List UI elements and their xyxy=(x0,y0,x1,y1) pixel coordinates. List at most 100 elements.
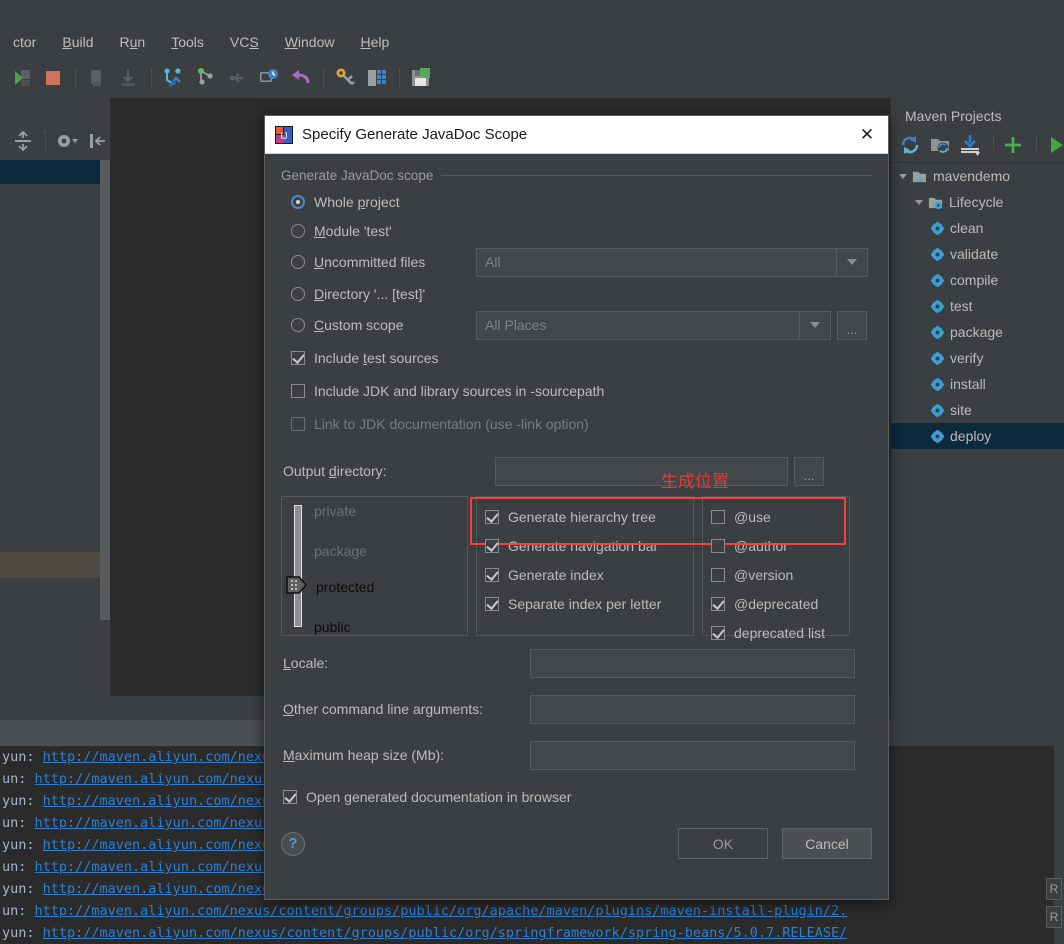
console-line-url[interactable]: http://maven.aliyun.com/nexus/content/gr… xyxy=(43,925,848,941)
chevron-down-icon[interactable] xyxy=(836,248,867,276)
expand-collapse-icon[interactable] xyxy=(10,128,36,154)
menu-item-run[interactable]: Run xyxy=(106,34,158,50)
ok-button[interactable]: OK xyxy=(678,828,768,859)
tag-option-row-2[interactable]: @version xyxy=(703,560,849,589)
radio-row-uncommitted[interactable]: Uncommitted files All xyxy=(281,245,872,279)
maven-tree-item-compile[interactable]: compile xyxy=(891,267,1064,293)
radio-module[interactable] xyxy=(291,223,305,238)
generate-option-row-3[interactable]: Separate index per letter xyxy=(477,589,693,618)
checkbox-open-in-browser[interactable] xyxy=(283,790,297,804)
maven-tree-item-install[interactable]: install xyxy=(891,371,1064,397)
tag-option-checkbox-0[interactable] xyxy=(711,509,725,524)
add-icon[interactable] xyxy=(1000,132,1026,158)
radio-custom-scope[interactable] xyxy=(291,318,305,332)
console-line[interactable]: un: http://maven.aliyun.com/nexus/conten… xyxy=(0,900,1064,922)
save-all-icon[interactable] xyxy=(408,65,434,91)
generate-sources-icon[interactable] xyxy=(927,132,953,158)
menu-item-vcs[interactable]: VCS xyxy=(217,34,272,50)
visibility-option-package[interactable]: package xyxy=(314,543,367,559)
maven-tree-item-Lifecycle[interactable]: Lifecycle xyxy=(891,189,1064,215)
visibility-option-protected[interactable]: protected xyxy=(316,579,374,595)
chevron-down-icon[interactable] xyxy=(915,199,923,205)
visibility-slider-panel[interactable]: private package protected public xyxy=(281,496,468,636)
menu-item-refactor[interactable]: ctor xyxy=(0,34,49,50)
project-tree-selected-row[interactable] xyxy=(0,160,100,184)
radio-row-directory[interactable]: Directory '... [test]' xyxy=(281,279,872,308)
project-tree-highlight-row[interactable] xyxy=(0,552,100,578)
radio-directory[interactable] xyxy=(291,286,305,301)
output-directory-row[interactable]: Output directory: ... xyxy=(281,448,872,494)
menu-item-build[interactable]: Build xyxy=(49,34,106,50)
generate-option-checkbox-0[interactable] xyxy=(485,509,499,524)
generate-option-checkbox-2[interactable] xyxy=(485,567,499,582)
maven-tree-item-mavendemo[interactable]: m mavendemo xyxy=(891,163,1064,189)
max-heap-row[interactable]: Maximum heap size (Mb): xyxy=(281,732,872,778)
help-button[interactable]: ? xyxy=(281,831,305,856)
gear-icon[interactable] xyxy=(53,128,79,154)
chevron-down-icon[interactable] xyxy=(799,311,830,339)
generate-option-row-2[interactable]: Generate index xyxy=(477,560,693,589)
locale-input[interactable] xyxy=(530,648,855,678)
project-tree-scrollbar[interactable] xyxy=(100,160,110,620)
hide-panel-icon[interactable] xyxy=(85,128,111,154)
cancel-button[interactable]: Cancel xyxy=(782,828,872,859)
radio-uncommitted-files[interactable] xyxy=(291,255,305,269)
visibility-slider-track[interactable] xyxy=(294,505,302,627)
chevron-down-icon[interactable] xyxy=(899,173,907,179)
maven-tree-item-clean[interactable]: clean xyxy=(891,215,1064,241)
revert-icon[interactable] xyxy=(288,65,314,91)
visibility-option-private[interactable]: private xyxy=(314,503,356,519)
tag-option-checkbox-1[interactable] xyxy=(711,538,725,553)
generate-option-checkbox-1[interactable] xyxy=(485,538,499,553)
other-args-input[interactable] xyxy=(530,694,855,724)
close-icon[interactable]: ✕ xyxy=(854,122,880,148)
tag-option-checkbox-3[interactable] xyxy=(711,596,725,611)
checkbox-row-include-jdk-sources[interactable]: Include JDK and library sources in -sour… xyxy=(281,374,872,407)
console-line[interactable]: yun: http://maven.aliyun.com/nexus/conte… xyxy=(0,922,1064,944)
menu-item-tools[interactable]: Tools xyxy=(158,34,217,50)
menu-item-window[interactable]: Window xyxy=(272,34,348,50)
project-structure-icon[interactable] xyxy=(364,65,390,91)
tag-option-row-3[interactable]: @deprecated xyxy=(703,589,849,618)
checkbox-include-test-sources[interactable] xyxy=(291,351,305,365)
commit-icon[interactable] xyxy=(192,65,218,91)
tag-option-checkbox-2[interactable] xyxy=(711,567,725,582)
console-side-button-1[interactable]: R xyxy=(1046,878,1062,900)
visibility-option-public[interactable]: public xyxy=(314,619,351,635)
checkbox-row-include-test-sources[interactable]: Include test sources xyxy=(281,342,872,374)
generate-option-checkbox-3[interactable] xyxy=(485,596,499,611)
tag-option-row-4[interactable]: deprecated list xyxy=(703,618,849,647)
radio-whole-project[interactable] xyxy=(291,194,305,209)
run-maven-icon[interactable] xyxy=(1043,132,1064,158)
tag-option-checkbox-4[interactable] xyxy=(711,625,725,640)
checkbox-include-jdk-sources[interactable] xyxy=(291,383,305,398)
maven-tree-item-site[interactable]: site xyxy=(891,397,1064,423)
max-heap-input[interactable] xyxy=(530,740,855,770)
other-args-row[interactable]: Other command line arguments: xyxy=(281,686,872,732)
checkbox-row-link-jdk-doc[interactable]: Link to JDK documentation (use -link opt… xyxy=(281,407,872,440)
maven-tree-item-validate[interactable]: validate xyxy=(891,241,1064,267)
update-project-icon[interactable] xyxy=(160,65,186,91)
menu-item-help[interactable]: Help xyxy=(348,34,403,50)
console-side-button-2[interactable]: R xyxy=(1046,906,1062,928)
reimport-icon[interactable] xyxy=(897,132,923,158)
output-directory-input[interactable] xyxy=(495,456,788,486)
checkbox-row-open-in-browser[interactable]: Open generated documentation in browser xyxy=(281,780,872,814)
visibility-slider-knob[interactable] xyxy=(286,575,308,595)
radio-row-module[interactable]: Module 'test' xyxy=(281,216,872,245)
download-sources-icon[interactable] xyxy=(957,132,983,158)
uncommitted-files-combo[interactable]: All xyxy=(476,247,868,277)
radio-row-whole-project[interactable]: Whole project xyxy=(281,187,872,216)
maven-tree-item-verify[interactable]: verify xyxy=(891,345,1064,371)
custom-scope-browse-button[interactable]: ... xyxy=(837,310,867,340)
settings-icon[interactable] xyxy=(332,65,358,91)
stop-icon[interactable] xyxy=(40,65,66,91)
custom-scope-combo[interactable]: All Places xyxy=(476,310,831,340)
maven-tree-item-deploy[interactable]: deploy xyxy=(891,423,1064,449)
run-icon[interactable] xyxy=(8,65,34,91)
console-line-url[interactable]: http://maven.aliyun.com/nexus/content/gr… xyxy=(35,903,848,919)
output-directory-browse-button[interactable]: ... xyxy=(794,456,824,486)
maven-tree-item-package[interactable]: package xyxy=(891,319,1064,345)
history-icon[interactable] xyxy=(256,65,282,91)
maven-tree-item-test[interactable]: test xyxy=(891,293,1064,319)
